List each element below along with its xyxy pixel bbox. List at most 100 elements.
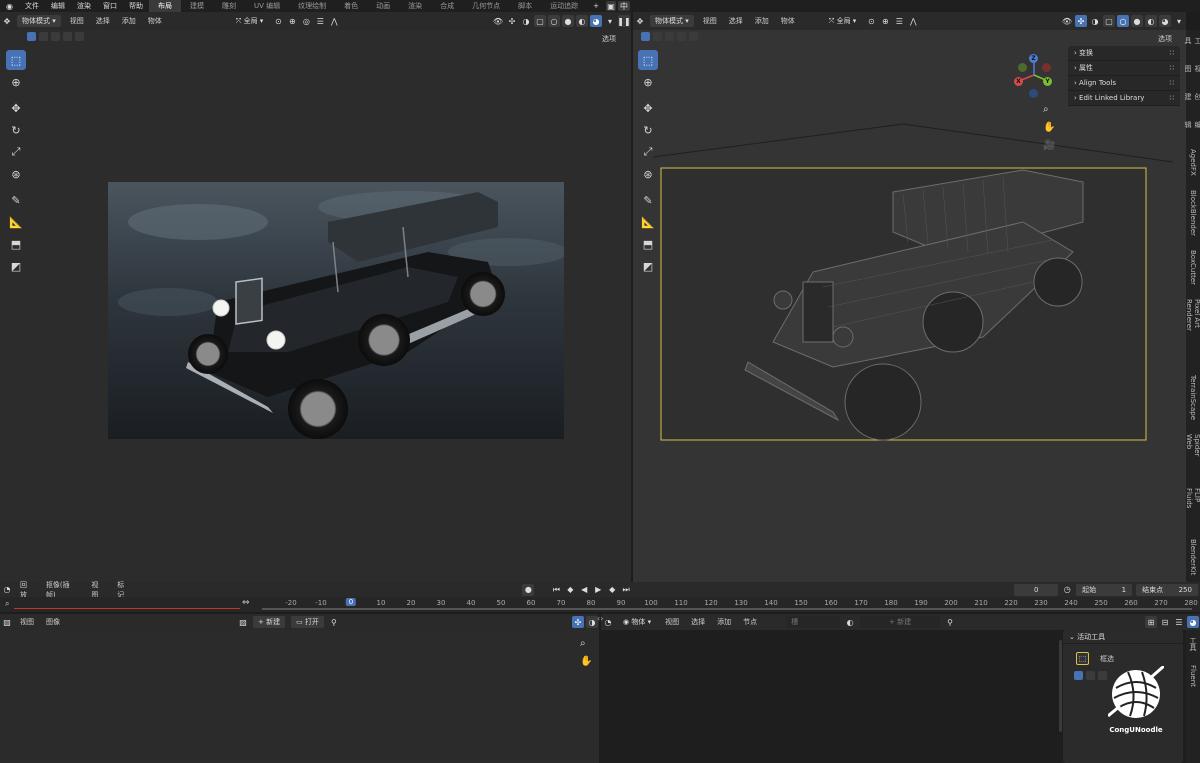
navigation-gizmo[interactable]: Z X Y — [1011, 52, 1057, 98]
tab-sculpting[interactable]: 雕刻 — [213, 0, 245, 12]
select-intersect-icon[interactable] — [689, 32, 698, 41]
falloff-icon[interactable]: ⋀ — [907, 15, 919, 27]
pivot-icon[interactable]: ⊙ — [865, 15, 877, 27]
drag-handle-icon[interactable]: ∷ — [1170, 49, 1174, 57]
move-tool-icon[interactable]: ✥ — [6, 98, 26, 118]
overlay-icon[interactable]: ◑ — [1089, 15, 1101, 27]
snap-icon[interactable]: ⊕ — [879, 15, 891, 27]
jump-start-icon[interactable]: ⏮ — [550, 584, 562, 596]
shading-solid-icon[interactable]: ● — [1131, 15, 1143, 27]
tab-scripting[interactable]: 脚本 — [509, 0, 541, 12]
menu-view[interactable]: 视图 — [697, 16, 723, 26]
panel-align-tools[interactable]: › Align Tools ∷ — [1068, 76, 1180, 91]
add-cube-tool-icon[interactable]: ⬒ — [6, 234, 26, 254]
scene-icon[interactable]: ▣ — [606, 1, 616, 11]
select-invert-icon[interactable] — [677, 32, 686, 41]
tab-geometry-nodes[interactable]: 几何节点 — [463, 0, 509, 12]
pivot-icon[interactable]: ⊙ — [272, 15, 284, 27]
orientation-dropdown[interactable]: ⤧ 全局 ▾ — [231, 15, 269, 27]
drag-handle-icon[interactable]: ∷ — [1170, 94, 1174, 102]
pin-icon[interactable]: ⚲ — [328, 616, 340, 628]
mode-set-icon[interactable] — [1074, 671, 1083, 680]
sidebar-tab-blenderkit[interactable]: BlenderKit — [1189, 532, 1197, 582]
node-menu-select[interactable]: 选择 — [685, 617, 711, 627]
mode-extend-icon[interactable] — [1086, 671, 1095, 680]
language-button[interactable]: 中 — [618, 1, 630, 11]
annotate-tool-icon[interactable]: ✎ — [6, 190, 26, 210]
options-button[interactable]: 选项 — [1158, 34, 1172, 44]
tab-motion-tracking[interactable]: 运动追踪 — [541, 0, 587, 12]
select-new-icon[interactable] — [641, 32, 650, 41]
shading-rendered-icon[interactable]: ◕ — [590, 15, 602, 27]
drag-handle-icon[interactable]: ∷ — [1170, 64, 1174, 72]
shading-material-icon[interactable]: ◐ — [1145, 15, 1157, 27]
start-frame-field[interactable]: 起始 1 — [1076, 583, 1133, 596]
snap-icon[interactable]: ⊕ — [286, 15, 298, 27]
gizmo-y-axis[interactable]: Y — [1043, 77, 1052, 86]
node-menu-view[interactable]: 视图 — [659, 617, 685, 627]
shading-options-icon[interactable]: ▾ — [1173, 15, 1185, 27]
visibility-icon[interactable]: 👁 — [492, 15, 504, 27]
select-intersect-icon[interactable] — [75, 32, 84, 41]
material-new-button[interactable]: + 新建 — [860, 616, 941, 628]
tab-uv-editing[interactable]: UV 编辑 — [245, 0, 289, 12]
box-select-tool-icon[interactable]: ⬚ — [1076, 652, 1089, 665]
zoom-icon[interactable]: ⌕ — [1043, 104, 1049, 115]
menu-object[interactable]: 物体 — [775, 16, 801, 26]
end-frame-field[interactable]: 结束点 250 — [1136, 583, 1198, 596]
image-open-button[interactable]: ▭ 打开 — [291, 616, 324, 628]
blender-logo-icon[interactable]: ◉ — [0, 2, 19, 11]
node-menu-add[interactable]: 添加 — [711, 617, 737, 627]
timeline-ruler[interactable]: ⌕ ⇔ -20 -10 0 10 20 30 40 50 60 70 80 90 100 110 120 13… — [0, 597, 1200, 612]
active-tool-header[interactable]: ⌄ 活动工具 — [1063, 630, 1183, 644]
image-menu-image[interactable]: 图像 — [40, 617, 66, 627]
cursor-tool-icon[interactable]: ⊕ — [6, 72, 26, 92]
image-browse-icon[interactable]: ▨ — [237, 616, 249, 628]
play-icon[interactable]: ▶ — [592, 584, 604, 596]
image-editor[interactable]: ▨ 视图 图像 ▨ + 新建 ▭ 打开 ⚲ ✣ ◑ ⌕ ✋ — [0, 614, 599, 763]
tab-animation[interactable]: 动画 — [367, 0, 399, 12]
shading-rendered-icon[interactable]: ◕ — [1159, 15, 1171, 27]
select-new-icon[interactable] — [27, 32, 36, 41]
node-overlay-icon[interactable]: ⊞ — [1145, 616, 1157, 628]
sidebar-tab-terrainscape[interactable]: TerrainScape — [1189, 368, 1197, 427]
node-editor-scrollbar[interactable] — [1059, 640, 1062, 732]
proportional-icon[interactable]: ◎ — [300, 15, 312, 27]
pan-hand-icon[interactable]: ✋ — [1043, 122, 1055, 133]
select-extend-icon[interactable] — [39, 32, 48, 41]
shading-material-icon[interactable]: ◐ — [576, 15, 588, 27]
gizmo-icon[interactable]: ✣ — [1075, 15, 1087, 27]
playhead-frame[interactable]: 0 — [345, 598, 357, 606]
sidebar-tab-view[interactable]: 视图 — [1183, 58, 1200, 86]
image-zoom-icon[interactable]: ⌕ — [580, 638, 586, 649]
select-subtract-icon[interactable] — [665, 32, 674, 41]
menu-select[interactable]: 选择 — [90, 16, 116, 26]
xray-icon[interactable]: ▢ — [1103, 15, 1115, 27]
menu-help[interactable]: 帮助 — [123, 1, 149, 11]
image-menu-view[interactable]: 视图 — [14, 617, 40, 627]
sidebar-tab-create[interactable]: 创建 — [1183, 86, 1200, 114]
sidebar-tab-edit[interactable]: 编辑 — [1183, 114, 1200, 142]
menu-file[interactable]: 文件 — [19, 1, 45, 11]
node-pin-icon[interactable]: ⚲ — [944, 616, 956, 628]
node-menu-node[interactable]: 节点 — [737, 617, 763, 627]
prev-key-icon[interactable]: ◆ — [564, 584, 576, 596]
menu-add[interactable]: 添加 — [749, 16, 775, 26]
drag-handle-icon[interactable]: ∷ — [1170, 79, 1174, 87]
sidebar-tab-pixel-art[interactable]: Pixel Art Renderer — [1185, 292, 1200, 369]
panel-properties[interactable]: › 属性 ∷ — [1068, 61, 1180, 76]
snap-settings-icon[interactable]: ☰ — [314, 15, 326, 27]
falloff-icon[interactable]: ⋀ — [328, 15, 340, 27]
shading-wireframe-icon[interactable]: ○ — [548, 15, 560, 27]
tab-layout[interactable]: 布局 — [148, 0, 181, 12]
measure-tool-icon[interactable]: 📐 — [6, 212, 26, 232]
node-snap-icon[interactable]: ⊟ — [1159, 616, 1171, 628]
tab-shading[interactable]: 着色 — [335, 0, 367, 12]
panel-transform[interactable]: › 变换 ∷ — [1068, 46, 1180, 61]
material-icon[interactable]: ◐ — [844, 616, 856, 628]
gizmo-z-axis[interactable]: Z — [1029, 54, 1038, 63]
select-invert-icon[interactable] — [63, 32, 72, 41]
jump-end-icon[interactable]: ⏭ — [620, 584, 632, 596]
menu-object[interactable]: 物体 — [142, 16, 168, 26]
sidebar-tab-blockblender[interactable]: BlockBlender — [1189, 183, 1197, 243]
